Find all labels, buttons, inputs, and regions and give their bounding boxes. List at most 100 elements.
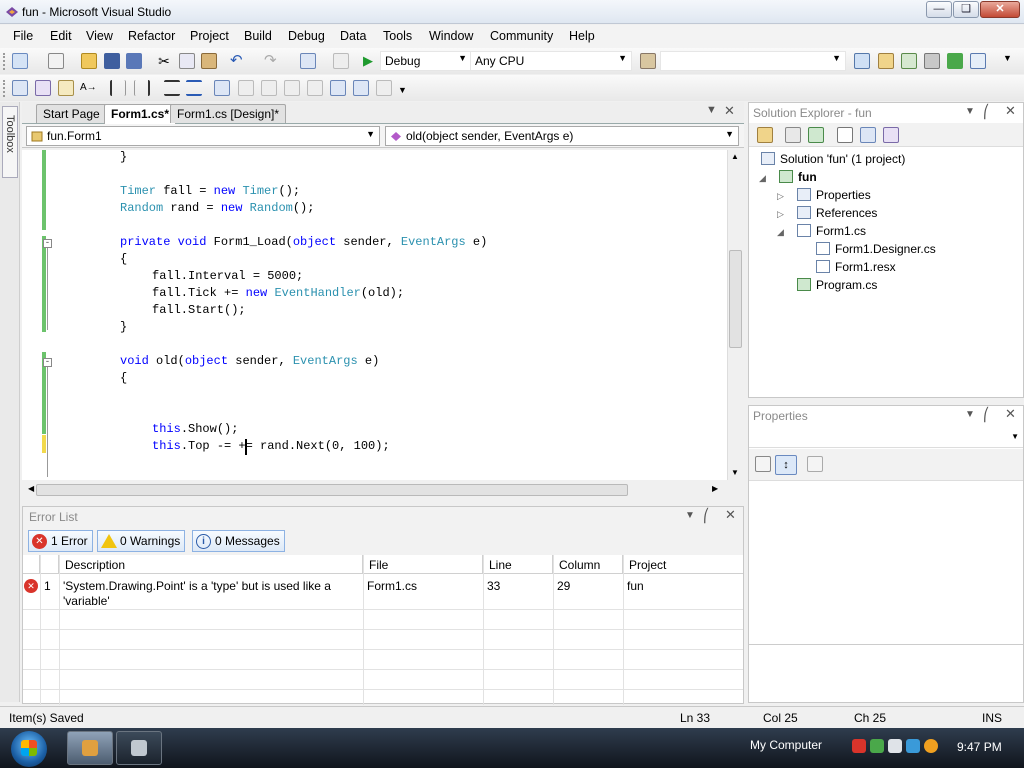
editor-horizontal-scrollbar[interactable]: ◀ ▶ [26, 482, 722, 498]
decrease-indent-icon[interactable] [110, 80, 126, 96]
tree-properties[interactable]: Properties [797, 188, 871, 202]
members-dropdown[interactable]: old(object sender, EventArgs e) ▼ [385, 126, 739, 146]
auto-hide-pin-icon[interactable]: ⎛ [703, 508, 710, 524]
previous-bookmark-icon[interactable] [238, 80, 254, 96]
menu-help[interactable]: Help [569, 29, 595, 43]
scroll-right-icon[interactable]: ▶ [712, 484, 718, 493]
volume-icon[interactable] [888, 739, 902, 753]
window-position-icon[interactable]: ▼ [965, 409, 975, 420]
object-selector-combo[interactable]: ▼ [749, 428, 1023, 448]
active-files-icon[interactable]: ▼ [706, 104, 717, 116]
collapse-icon[interactable]: - [43, 239, 52, 248]
show-all-files-icon[interactable] [785, 127, 801, 143]
close-panel-icon[interactable]: ✕ [1005, 103, 1016, 119]
find-in-files-icon[interactable] [640, 53, 656, 69]
next-bookmark-icon[interactable] [261, 80, 277, 96]
errors-filter-button[interactable]: ✕ 1 Error [28, 530, 93, 552]
horizontal-scroll-thumb[interactable] [36, 484, 628, 496]
taskbar-visual-studio[interactable] [67, 731, 113, 765]
menu-file[interactable]: File [13, 29, 33, 43]
undo-icon[interactable]: ↶ [230, 53, 246, 69]
uncomment-lines-icon[interactable] [186, 80, 202, 96]
alphabetical-icon[interactable]: ↕ [775, 455, 797, 475]
cut-icon[interactable]: ✂ [156, 53, 172, 69]
close-document-icon[interactable]: ✕ [724, 103, 735, 119]
tree-project[interactable]: fun [779, 170, 817, 184]
column-header-project[interactable]: Project [623, 555, 743, 574]
navigate-forward-icon[interactable] [333, 53, 349, 69]
start-page-icon[interactable] [947, 53, 963, 69]
tree-program-cs[interactable]: Program.cs [797, 278, 877, 292]
menu-project[interactable]: Project [190, 29, 229, 43]
properties-icon[interactable] [757, 127, 773, 143]
toolbox-tab[interactable]: Toolbox [2, 106, 18, 178]
start-button[interactable] [11, 731, 47, 767]
comment-lines-icon[interactable] [164, 80, 180, 96]
solution-explorer-icon[interactable] [854, 53, 870, 69]
previous-bookmark-folder-icon[interactable] [284, 80, 300, 96]
collapse-icon[interactable]: - [43, 358, 52, 367]
expand-arrow-icon[interactable]: ▷ [777, 191, 784, 202]
menu-community[interactable]: Community [490, 29, 553, 43]
column-header-line[interactable]: Line [483, 555, 553, 574]
display-object-members-icon[interactable] [12, 80, 28, 96]
solution-configuration-combo[interactable]: Debug ▼ [380, 51, 472, 71]
save-all-icon[interactable] [126, 53, 142, 69]
object-browser-icon[interactable] [901, 53, 917, 69]
command-window-icon[interactable] [970, 53, 986, 69]
window-position-icon[interactable]: ▼ [685, 510, 695, 521]
toolbar-grip[interactable] [3, 80, 6, 97]
editor-vertical-scrollbar[interactable]: ▲ ▼ [727, 150, 743, 480]
property-pages-icon[interactable] [807, 456, 823, 472]
scroll-left-icon[interactable]: ◀ [28, 484, 34, 493]
start-debugging-icon[interactable]: ▶ [363, 53, 379, 69]
quick-info-icon[interactable] [58, 80, 74, 96]
auto-hide-pin-icon[interactable]: ⎛ [983, 104, 990, 120]
close-panel-icon[interactable]: ✕ [1005, 406, 1016, 422]
tab-start-page[interactable]: Start Page [36, 104, 107, 123]
new-project-icon[interactable] [12, 53, 28, 69]
save-icon[interactable] [104, 53, 120, 69]
next-bookmark-folder-icon[interactable] [307, 80, 323, 96]
tree-references[interactable]: References [797, 206, 877, 220]
expand-arrow-icon[interactable]: ▷ [777, 209, 784, 220]
menu-build[interactable]: Build [244, 29, 272, 43]
scroll-up-icon[interactable]: ▲ [731, 152, 739, 161]
toolbar-grip[interactable] [3, 53, 6, 70]
menu-window[interactable]: Window [429, 29, 473, 43]
clear-bookmarks-icon[interactable] [376, 80, 392, 96]
code-editor[interactable]: - - } Timer fall = new Timer(); Random r… [22, 150, 727, 480]
categorized-icon[interactable] [755, 456, 771, 472]
column-header-number[interactable] [40, 555, 59, 574]
column-header-icon[interactable] [23, 555, 40, 574]
find-combo[interactable]: ▼ [660, 51, 846, 71]
minimize-button[interactable]: — [926, 1, 952, 18]
tree-form1-cs[interactable]: Form1.cs [797, 224, 866, 238]
vertical-scroll-thumb[interactable] [729, 250, 742, 348]
toolbox-window-icon[interactable] [924, 53, 940, 69]
display-parameter-info-icon[interactable] [35, 80, 51, 96]
security-icon[interactable] [870, 739, 884, 753]
column-header-file[interactable]: File [363, 555, 483, 574]
next-bookmark-document-icon[interactable] [353, 80, 369, 96]
menu-tools[interactable]: Tools [383, 29, 412, 43]
menu-edit[interactable]: Edit [50, 29, 72, 43]
solution-platform-combo[interactable]: Any CPU ▼ [470, 51, 632, 71]
open-folder-icon[interactable] [81, 53, 97, 69]
tree-solution[interactable]: Solution 'fun' (1 project) [761, 152, 905, 166]
toolbar-overflow-icon[interactable]: ▼ [398, 85, 407, 101]
messages-filter-button[interactable]: i0 Messages [192, 530, 285, 552]
clock[interactable]: 9:47 PM [957, 740, 1002, 754]
search-icon[interactable] [924, 739, 938, 753]
collapse-arrow-icon[interactable]: ◢ [777, 227, 784, 238]
menu-view[interactable]: View [86, 29, 113, 43]
view-class-diagram-icon[interactable] [883, 127, 899, 143]
column-header-description[interactable]: Description [59, 555, 363, 574]
taskbar-running-app[interactable] [116, 731, 162, 765]
tab-form1-design[interactable]: Form1.cs [Design]* [170, 104, 287, 123]
collapse-arrow-icon[interactable]: ◢ [759, 173, 766, 184]
auto-hide-pin-icon[interactable]: ⎛ [983, 407, 990, 423]
close-button[interactable]: ✕ [980, 1, 1020, 18]
toggle-bookmark-icon[interactable] [214, 80, 230, 96]
tree-form1-resx[interactable]: Form1.resx [816, 260, 896, 274]
